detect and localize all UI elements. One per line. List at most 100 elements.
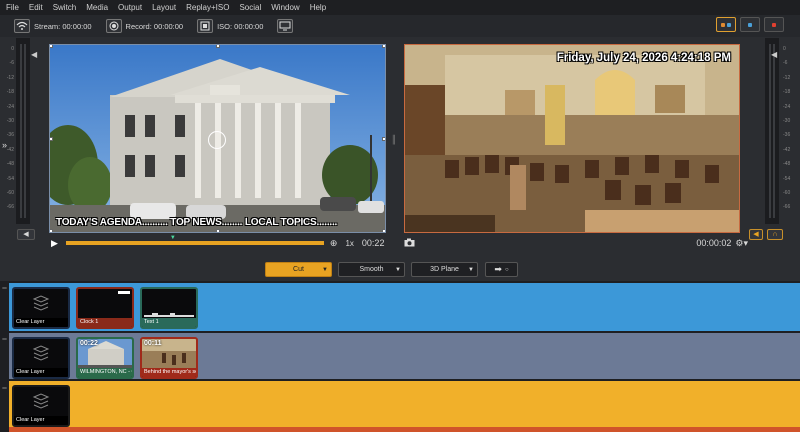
transition-go-button[interactable]: ➡ ○: [485, 262, 518, 277]
room-video-tile[interactable]: 00:11 Behind the mayor's se: [140, 337, 198, 379]
resize-handle[interactable]: [382, 137, 385, 141]
expand-sidebar-icon[interactable]: »: [2, 140, 7, 150]
layer-3[interactable]: Clear Layer: [9, 381, 800, 427]
menu-output[interactable]: Output: [118, 3, 142, 12]
program-volume-arrow-icon[interactable]: ◀: [771, 50, 777, 59]
tile-label: Clock 1: [78, 318, 132, 327]
3d-plane-label: 3D Plane: [430, 266, 459, 273]
chevron-down-icon[interactable]: ▼: [395, 267, 401, 273]
playback-speed[interactable]: 1x: [345, 239, 353, 248]
meter-tick: -48: [783, 161, 791, 168]
preview-monitor[interactable]: TODAY'S AGENDA.......... TOP NEWS.......…: [49, 44, 386, 233]
layout-buttons: [716, 17, 784, 32]
menu-replay-iso[interactable]: Replay+ISO: [186, 3, 229, 12]
meter-tick: -18: [783, 89, 791, 96]
play-icon[interactable]: ▶: [51, 238, 58, 249]
layer-1[interactable]: Clear Layer Clock 1 Text 1: [9, 283, 800, 331]
smooth-transition-button[interactable]: Smooth ▼: [338, 262, 405, 277]
menu-help[interactable]: Help: [310, 3, 326, 12]
layer-grip-icon[interactable]: ═: [0, 384, 9, 432]
tile-label: Clear Layer: [14, 416, 68, 425]
program-time: 00:00:02: [696, 238, 732, 248]
preview-mute-button[interactable]: ◀: [17, 229, 35, 240]
output-control: [277, 19, 294, 33]
preview-time: 00:22: [361, 238, 385, 248]
layers-stack-icon: [32, 295, 50, 311]
snapshot-camera-icon[interactable]: [404, 238, 415, 249]
resize-handle[interactable]: [382, 229, 385, 232]
menu-switch[interactable]: Switch: [53, 3, 77, 12]
3d-plane-transition-button[interactable]: 3D Plane ▼: [411, 262, 478, 277]
headphones-icon: ∩: [772, 231, 778, 238]
cut-label: Cut: [293, 266, 304, 273]
clear-layer-tile[interactable]: Clear Layer: [12, 385, 70, 427]
iso-control: ISO: 00:00:00: [197, 19, 263, 33]
cut-transition-button[interactable]: Cut ▼: [265, 262, 332, 277]
resize-handle[interactable]: [50, 229, 53, 232]
playhead-marker-icon[interactable]: ▼: [170, 235, 176, 241]
meter-tick: -30: [6, 118, 14, 125]
meter-tick: -6: [783, 60, 788, 67]
meter-tick: -24: [6, 103, 14, 110]
wifi-icon[interactable]: [14, 19, 30, 33]
meter-tick: -30: [783, 118, 791, 125]
meter-tick: 0: [11, 46, 14, 52]
layers-stack-icon: [32, 393, 50, 409]
menu-social[interactable]: Social: [239, 3, 261, 12]
clock-overlay: Friday, July 24, 2026 4:24:18 PM: [556, 52, 731, 64]
layer-grip-icon[interactable]: ═: [0, 335, 9, 383]
menu-file[interactable]: File: [6, 3, 19, 12]
resize-handle[interactable]: [50, 137, 53, 141]
layout-program-button[interactable]: [764, 17, 784, 32]
menu-window[interactable]: Window: [271, 3, 299, 12]
iso-timer: ISO: 00:00:00: [217, 21, 264, 31]
program-controls: 00:00:02 ⚙▾: [404, 236, 748, 250]
program-speaker-button[interactable]: ◀: [749, 229, 763, 240]
chevron-down-icon[interactable]: ▼: [468, 267, 474, 273]
clear-layer-tile[interactable]: Clear Layer: [12, 287, 70, 329]
menu-layout[interactable]: Layout: [152, 3, 176, 12]
menu-edit[interactable]: Edit: [29, 3, 43, 12]
preview-scrubber[interactable]: ▼: [65, 235, 324, 245]
meter-tick: -36: [783, 132, 791, 139]
resize-handle[interactable]: [216, 45, 220, 48]
preview-audio-meter: [16, 38, 30, 224]
clock-tile[interactable]: Clock 1: [76, 287, 134, 329]
layer-2[interactable]: Clear Layer 00:22 WILMINGTON, NC - C 00:…: [9, 333, 800, 379]
meter-tick: -60: [783, 190, 791, 197]
smooth-label: Smooth: [359, 266, 384, 273]
preview-volume-arrow-icon[interactable]: ◀: [31, 50, 37, 59]
record-timer: Record: 00:00:00: [125, 21, 184, 31]
text-tile[interactable]: Text 1: [140, 287, 198, 329]
chevron-down-icon[interactable]: ▼: [322, 267, 328, 273]
record-icon[interactable]: [105, 19, 122, 33]
layout-preview-button[interactable]: [740, 17, 760, 32]
building-video-tile[interactable]: 00:22 WILMINGTON, NC - C: [76, 337, 134, 379]
menu-media[interactable]: Media: [86, 3, 108, 12]
arrow-right-icon: ➡: [494, 264, 502, 274]
tile-label: Clear Layer: [14, 318, 68, 327]
clear-layer-tile[interactable]: Clear Layer: [12, 337, 70, 379]
speaker-icon: ◀: [23, 231, 29, 238]
meter-tick: -6: [9, 60, 14, 67]
layers-stack-icon: [32, 345, 50, 361]
zoom-icon[interactable]: ⊕: [330, 238, 338, 249]
circle-icon: ○: [504, 266, 509, 273]
iso-record-icon[interactable]: [197, 19, 214, 33]
resize-handle[interactable]: [50, 45, 53, 48]
meter-tick: -12: [6, 74, 14, 81]
headphones-button[interactable]: ∩: [767, 229, 783, 240]
scrubber-fill: [65, 241, 324, 245]
rotate-handle[interactable]: [208, 131, 226, 149]
program-monitor[interactable]: Friday, July 24, 2026 4:24:18 PM: [404, 44, 740, 233]
layer-grip-icon[interactable]: ═: [0, 284, 9, 332]
meter-tick: 0: [783, 46, 786, 52]
meter-tick: -18: [6, 89, 14, 96]
monitor-icon[interactable]: [277, 19, 294, 33]
layout-dual-button[interactable]: [716, 17, 736, 32]
resize-handle[interactable]: [216, 229, 220, 232]
program-settings-gear-icon[interactable]: ⚙▾: [735, 238, 748, 249]
splitter-grip-icon[interactable]: ║: [391, 135, 397, 144]
resize-handle[interactable]: [382, 45, 385, 48]
preview-meter-scale: 0 -6 -12 -18 -24 -30 -36 -42 -48 -54 -60…: [1, 38, 15, 224]
